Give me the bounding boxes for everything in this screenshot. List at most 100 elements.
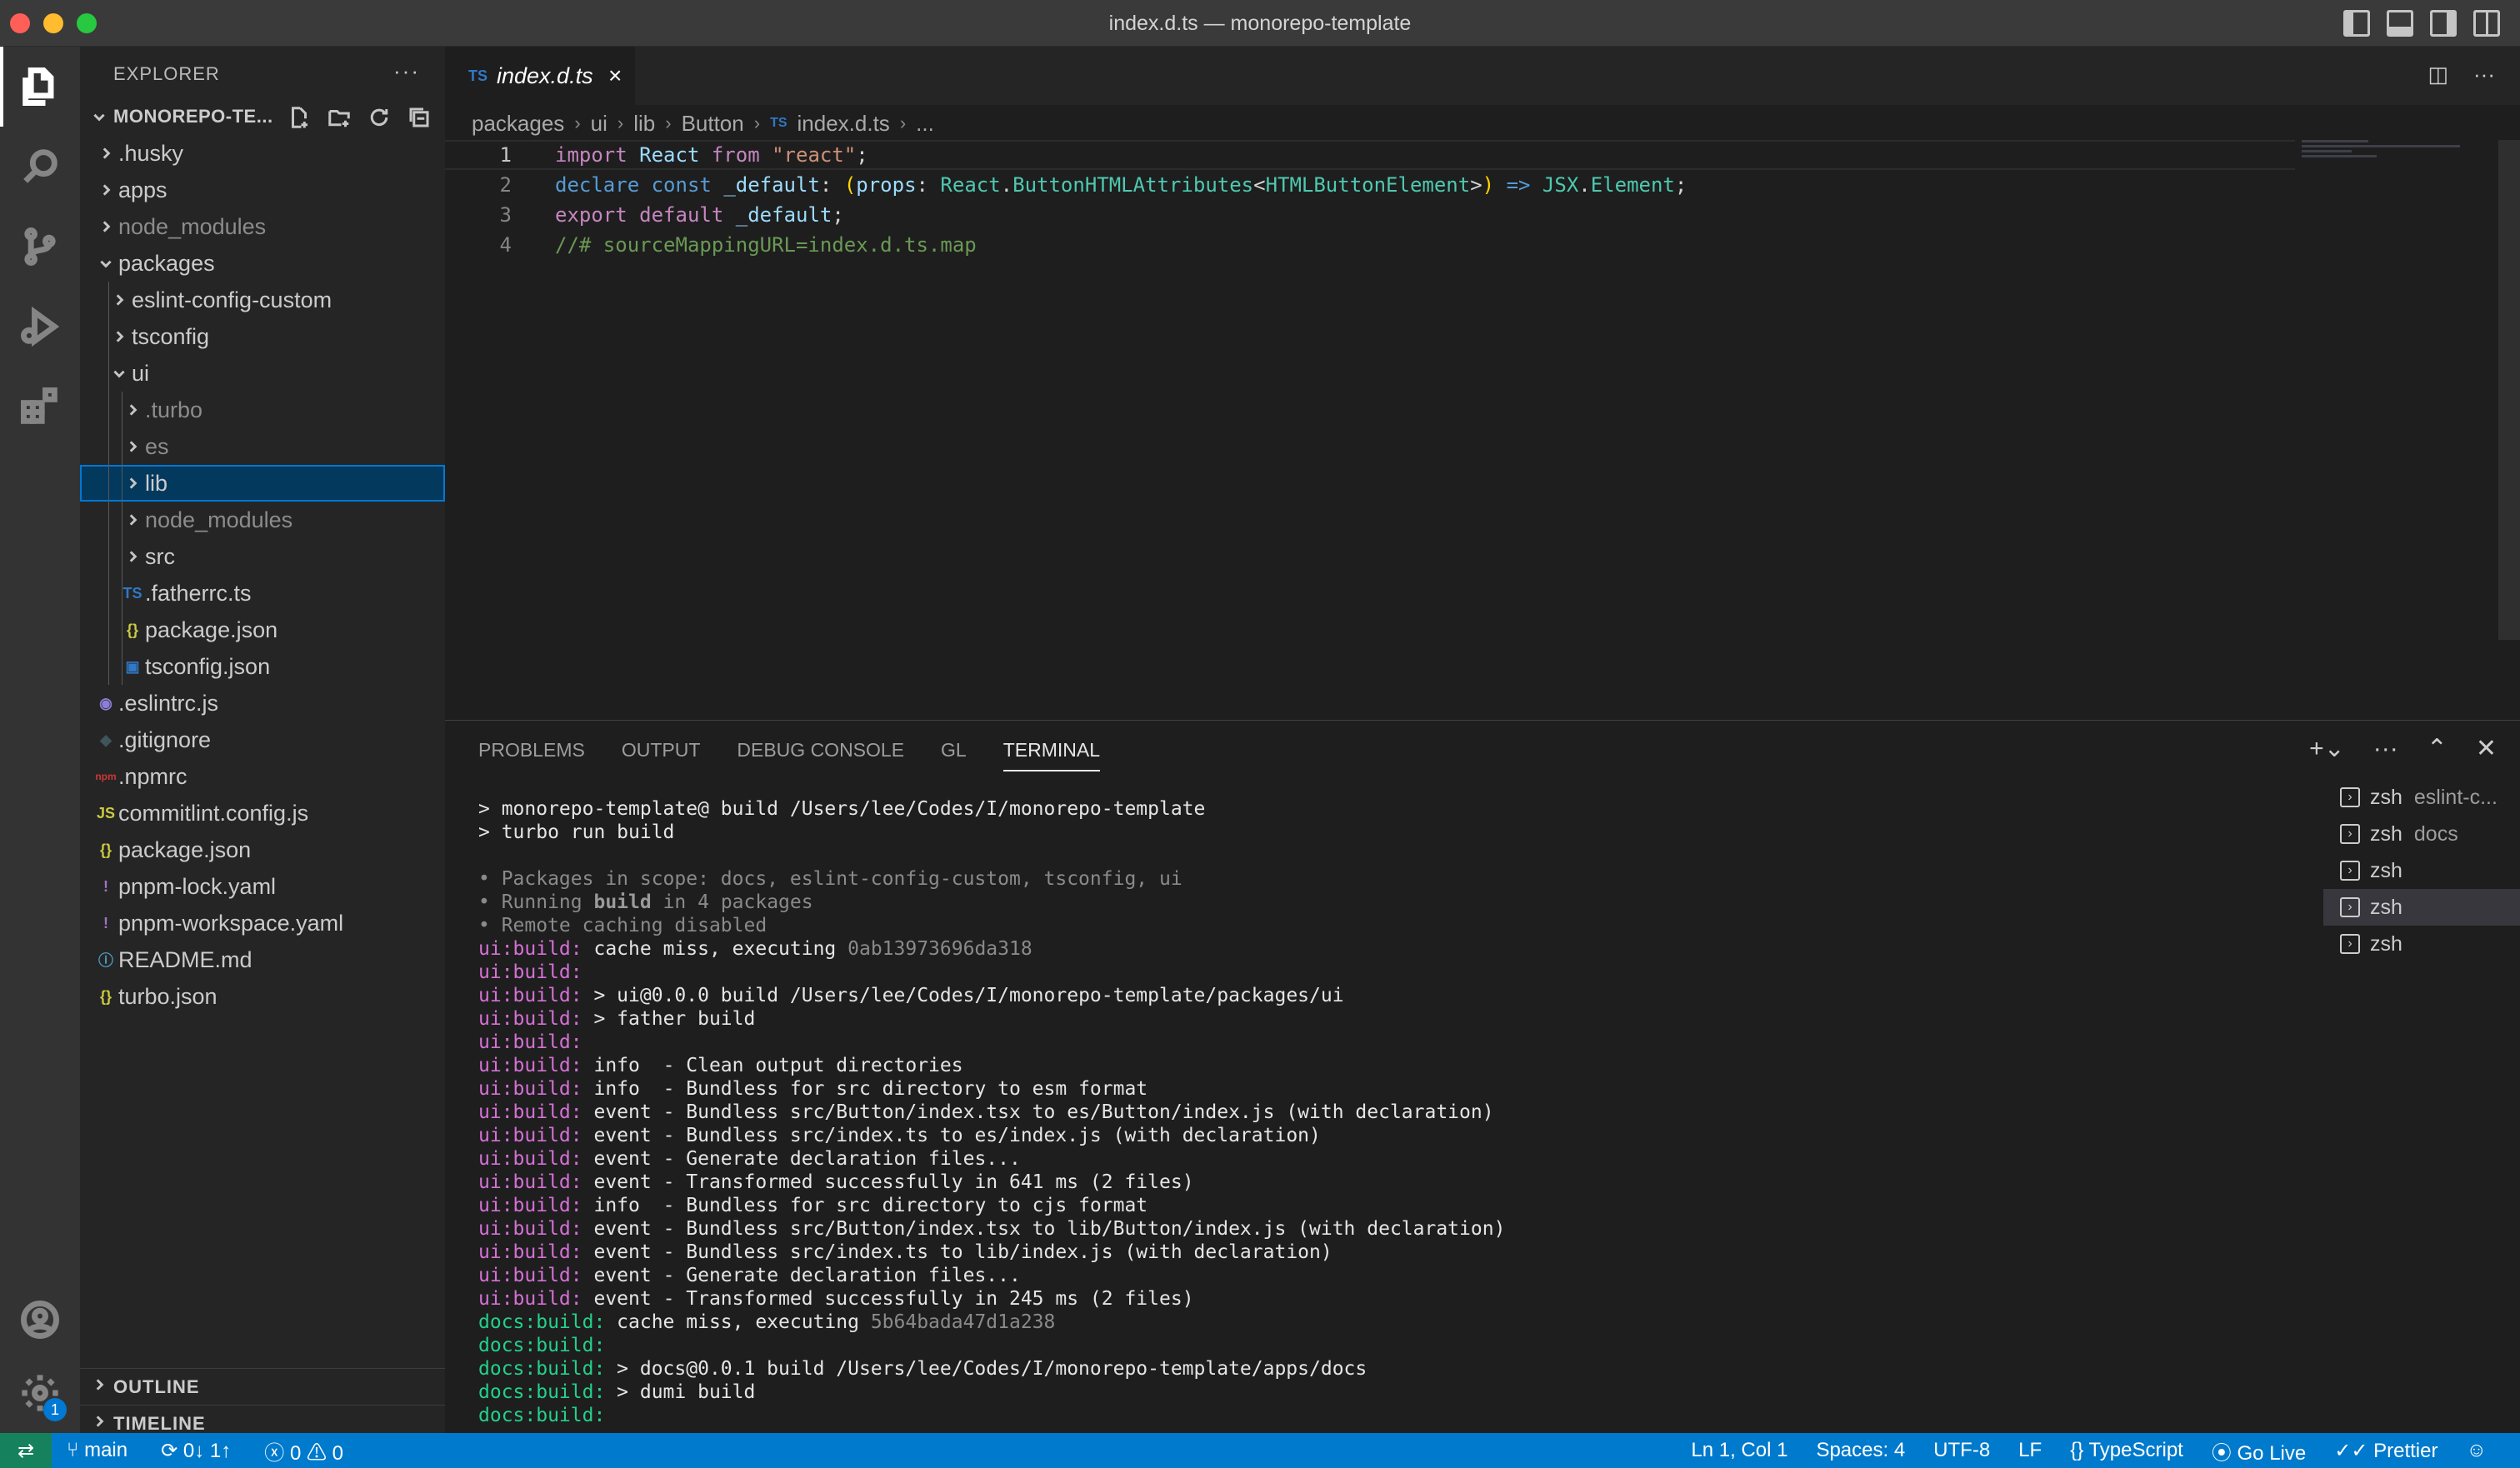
git-file-icon: ◆ bbox=[100, 731, 112, 748]
tree-file[interactable]: ⓘ README.md bbox=[80, 941, 445, 978]
extensions-icon[interactable] bbox=[0, 367, 80, 447]
terminal-line: ui:build: event - Transformed successful… bbox=[478, 1171, 1194, 1193]
tree-file[interactable]: {} turbo.json bbox=[80, 978, 445, 1015]
tree-folder[interactable]: .husky bbox=[80, 135, 445, 172]
encoding[interactable]: UTF-8 bbox=[1933, 1439, 1990, 1462]
tree-item-label: .gitignore bbox=[118, 727, 212, 752]
code-editor[interactable]: 1 import React from "react"; 2 declare cons… bbox=[445, 140, 2295, 260]
code-line[interactable]: 3 export default _default; bbox=[445, 200, 2295, 230]
indentation[interactable]: Spaces: 4 bbox=[1816, 1439, 1905, 1462]
workspace-root[interactable]: MONOREPO-TE... bbox=[80, 98, 445, 135]
new-folder-icon[interactable] bbox=[327, 105, 352, 130]
problems-status[interactable]: ⓧ 0 ⚠ 0 bbox=[264, 1436, 343, 1466]
tree-item-label: package.json bbox=[145, 617, 278, 642]
breadcrumb-item[interactable]: index.d.ts bbox=[798, 111, 890, 137]
refresh-icon[interactable] bbox=[367, 105, 392, 130]
terminal-list-item[interactable]: › zsh eslint-c... bbox=[2323, 779, 2520, 816]
code-line[interactable]: 2 declare const _default: (props: React.B… bbox=[445, 170, 2295, 200]
tab-terminal[interactable]: TERMINAL bbox=[1002, 739, 1101, 771]
tree-file[interactable]: ◉ .eslintrc.js bbox=[80, 685, 445, 722]
customize-layout-icon[interactable] bbox=[2473, 10, 2500, 37]
prettier-status[interactable]: ✓✓ Prettier bbox=[2334, 1439, 2438, 1463]
terminal-output[interactable]: > monorepo-template@ build /Users/lee/Co… bbox=[478, 797, 2345, 1427]
tab-gl[interactable]: GL bbox=[941, 739, 967, 771]
search-icon[interactable] bbox=[0, 127, 80, 207]
tree-folder[interactable]: packages bbox=[80, 245, 445, 282]
new-terminal-icon[interactable]: +⌄ bbox=[2309, 734, 2345, 763]
collapse-all-icon[interactable] bbox=[407, 105, 432, 130]
line-ending[interactable]: LF bbox=[2018, 1439, 2042, 1462]
tree-folder[interactable]: es bbox=[80, 428, 445, 465]
tree-folder[interactable]: src bbox=[80, 538, 445, 575]
source-control-icon[interactable] bbox=[0, 207, 80, 287]
terminal-line: ui:build: bbox=[478, 1031, 594, 1053]
terminal-line: ui:build: info - Clean output directorie… bbox=[478, 1055, 963, 1076]
more-actions-icon[interactable]: ··· bbox=[2373, 735, 2398, 763]
more-actions-icon[interactable]: ··· bbox=[2473, 62, 2495, 87]
breadcrumb-item[interactable]: ... bbox=[916, 111, 934, 137]
tree-folder[interactable]: .turbo bbox=[80, 392, 445, 428]
close-panel-icon[interactable]: ✕ bbox=[2476, 734, 2497, 763]
run-debug-icon[interactable] bbox=[0, 287, 80, 367]
code-line[interactable]: 4 //# sourceMappingURL=index.d.ts.map bbox=[445, 230, 2295, 260]
accounts-icon[interactable] bbox=[0, 1280, 80, 1360]
maximize-panel-icon[interactable]: ⌃ bbox=[2427, 734, 2448, 763]
terminal-line: docs:build: cache miss, executing 5b64ba… bbox=[478, 1311, 1056, 1333]
terminal-list-item[interactable]: › zsh docs bbox=[2323, 816, 2520, 852]
breadcrumb-item[interactable]: Button bbox=[682, 111, 744, 137]
branch-status[interactable]: ⑂ main bbox=[67, 1439, 128, 1462]
chevron-right-icon bbox=[98, 214, 113, 240]
code-line[interactable]: 1 import React from "react"; bbox=[445, 140, 2295, 170]
cursor-position[interactable]: Ln 1, Col 1 bbox=[1691, 1439, 1788, 1462]
js-file-icon: JS bbox=[96, 804, 116, 821]
tree-folder[interactable]: apps bbox=[80, 172, 445, 208]
remote-indicator-icon[interactable]: ⇄ bbox=[0, 1433, 52, 1468]
sync-status[interactable]: ⟳ 0↓ 1↑ bbox=[161, 1439, 231, 1463]
close-tab-icon[interactable]: × bbox=[608, 62, 622, 89]
tree-file[interactable]: ! pnpm-lock.yaml bbox=[80, 868, 445, 905]
feedback-icon[interactable]: ☺ bbox=[2466, 1439, 2487, 1462]
go-live[interactable]: ⦿ Go Live bbox=[2212, 1436, 2306, 1466]
tree-folder[interactable]: ui bbox=[80, 355, 445, 392]
tree-file[interactable]: npm .npmrc bbox=[80, 758, 445, 795]
toggle-primary-sidebar-icon[interactable] bbox=[2343, 10, 2370, 37]
tree-file[interactable]: ▣ tsconfig.json bbox=[80, 648, 445, 685]
terminal-list-item[interactable]: › zsh bbox=[2323, 926, 2520, 962]
tree-folder[interactable]: node_modules bbox=[80, 502, 445, 538]
tab-debug-console[interactable]: DEBUG CONSOLE bbox=[737, 739, 904, 771]
breadcrumb-item[interactable]: lib bbox=[633, 111, 655, 137]
more-actions-icon[interactable]: ··· bbox=[393, 58, 420, 84]
tree-file[interactable]: ◆ .gitignore bbox=[80, 722, 445, 758]
terminal-scrollbar[interactable] bbox=[2302, 796, 2312, 1262]
terminal-list-item[interactable]: › zsh bbox=[2323, 852, 2520, 889]
editor-scrollbar[interactable] bbox=[2498, 140, 2520, 640]
tree-file[interactable]: {} package.json bbox=[80, 612, 445, 648]
toggle-panel-icon[interactable] bbox=[2387, 10, 2413, 37]
tree-folder[interactable]: tsconfig bbox=[80, 318, 445, 355]
tab-output[interactable]: OUTPUT bbox=[622, 739, 701, 771]
new-file-icon[interactable] bbox=[287, 105, 312, 130]
manage-gear-icon[interactable]: 1 bbox=[0, 1353, 80, 1433]
explorer-icon[interactable] bbox=[0, 47, 80, 127]
terminal-list-item[interactable]: › zsh bbox=[2323, 889, 2520, 926]
tab-index-d-ts[interactable]: TS index.d.ts × bbox=[445, 47, 635, 105]
toggle-secondary-sidebar-icon[interactable] bbox=[2430, 10, 2457, 37]
chevron-right-icon bbox=[112, 324, 127, 350]
panel-tabs: PROBLEMS OUTPUT DEBUG CONSOLE GL TERMINAL bbox=[478, 739, 1101, 771]
language-mode[interactable]: {} TypeScript bbox=[2070, 1439, 2183, 1462]
breadcrumb-item[interactable]: ui bbox=[591, 111, 608, 137]
tree-file[interactable]: {} package.json bbox=[80, 831, 445, 868]
minimap[interactable] bbox=[2302, 140, 2468, 165]
breadcrumb-item[interactable]: packages bbox=[472, 111, 564, 137]
tree-file[interactable]: TS .fatherrc.ts bbox=[80, 575, 445, 612]
window-title: index.d.ts — monorepo-template bbox=[1108, 12, 1412, 35]
tab-problems[interactable]: PROBLEMS bbox=[478, 739, 585, 771]
split-editor-icon[interactable]: ◫ bbox=[2428, 62, 2448, 87]
tree-folder[interactable]: lib bbox=[80, 465, 445, 502]
tree-file[interactable]: ! pnpm-workspace.yaml bbox=[80, 905, 445, 941]
outline-section[interactable]: OUTLINE bbox=[80, 1368, 445, 1405]
tree-file[interactable]: JS commitlint.config.js bbox=[80, 795, 445, 831]
tree-folder[interactable]: node_modules bbox=[80, 208, 445, 245]
sync-counts: 0↓ 1↑ bbox=[182, 1439, 232, 1462]
tree-folder[interactable]: eslint-config-custom bbox=[80, 282, 445, 318]
